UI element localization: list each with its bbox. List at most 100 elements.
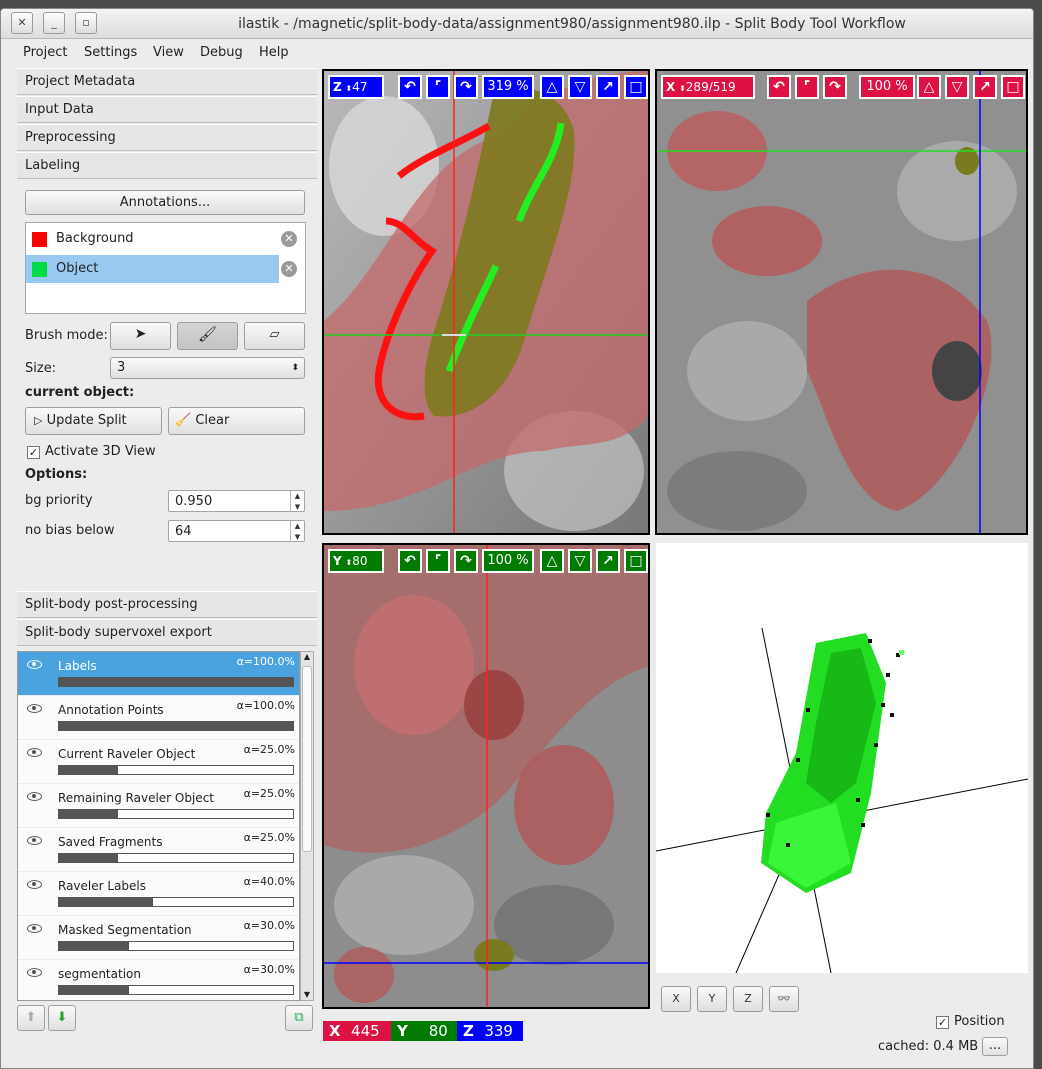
layer-row[interactable]: Current Raveler Object α=25.0% xyxy=(18,740,299,784)
slice-down-button[interactable]: ▽ xyxy=(568,549,592,573)
view-x-button[interactable]: X xyxy=(661,986,691,1012)
annotations-button[interactable]: Annotations... xyxy=(25,190,305,215)
z-slice-image[interactable] xyxy=(324,71,650,535)
label-item-background[interactable]: Background ✕ xyxy=(26,225,305,253)
section-input-data[interactable]: Input Data xyxy=(17,96,317,123)
swap-axes-button[interactable]: ⌜ xyxy=(795,75,819,99)
viewer-y[interactable]: Y ⬍80 ↶ ⌜ ↷ 100 % △ ▽ ↗ □ xyxy=(322,543,650,1009)
maximize-view-button[interactable]: ↗ xyxy=(596,75,620,99)
menu-project[interactable]: Project xyxy=(23,45,67,60)
layer-options-button[interactable]: ⧉ xyxy=(285,1005,313,1031)
position-checkbox[interactable]: ✓ xyxy=(936,1016,949,1029)
section-labeling[interactable]: Labeling xyxy=(17,152,317,179)
fit-view-button[interactable]: □ xyxy=(624,75,648,99)
layer-list-scrollbar[interactable]: ▲ ▼ xyxy=(300,651,314,1001)
anaglyph-3d-button[interactable]: 👓 xyxy=(769,986,799,1012)
navigation-mode-button[interactable]: ➤ xyxy=(110,322,171,350)
menu-help[interactable]: Help xyxy=(259,45,289,60)
eye-icon[interactable] xyxy=(27,836,42,845)
spin-arrows-icon[interactable]: ▲ ▼ xyxy=(290,491,304,511)
bg-priority-spinbox[interactable]: 0.950 ▲ ▼ xyxy=(168,490,305,512)
view-y-button[interactable]: Y xyxy=(697,986,727,1012)
opacity-slider[interactable] xyxy=(58,809,294,819)
scroll-up-icon[interactable]: ▲ xyxy=(302,652,312,661)
y-slice-image[interactable] xyxy=(324,545,650,1009)
label-color-swatch[interactable] xyxy=(32,262,47,277)
opacity-slider[interactable] xyxy=(58,853,294,863)
fit-view-button[interactable]: □ xyxy=(624,549,648,573)
brush-size-select[interactable]: 3 ⬍ xyxy=(110,357,305,379)
opacity-slider[interactable] xyxy=(58,941,294,951)
spin-arrows-icon[interactable]: ▲ ▼ xyxy=(290,521,304,541)
opacity-slider[interactable] xyxy=(58,765,294,775)
section-project-metadata[interactable]: Project Metadata xyxy=(17,68,317,95)
activate-3d-checkbox[interactable]: ✓ xyxy=(27,446,40,459)
label-color-swatch[interactable] xyxy=(32,232,47,247)
eye-icon[interactable] xyxy=(27,792,42,801)
section-preprocessing[interactable]: Preprocessing xyxy=(17,124,317,151)
no-bias-spinbox[interactable]: 64 ▲ ▼ xyxy=(168,520,305,542)
eye-icon[interactable] xyxy=(27,880,42,889)
delete-label-icon[interactable]: ✕ xyxy=(281,231,297,247)
eye-icon[interactable] xyxy=(27,924,42,933)
layer-row[interactable]: Annotation Points α=100.0% xyxy=(18,696,299,740)
x-slice-spinbox[interactable]: X ⬍289/519 xyxy=(661,75,755,99)
maximize-view-button[interactable]: ↗ xyxy=(973,75,997,99)
section-split-body-post-processing[interactable]: Split-body post-processing xyxy=(17,591,317,618)
scroll-down-icon[interactable]: ▼ xyxy=(302,990,312,999)
zoom-level[interactable]: 100 % xyxy=(859,75,915,99)
scrollbar-thumb[interactable] xyxy=(302,666,312,852)
viewer-x[interactable]: X ⬍289/519 ↶ ⌜ ↷ 100 % △ ▽ ↗ □ xyxy=(655,69,1028,535)
opacity-slider[interactable] xyxy=(58,721,294,731)
menu-debug[interactable]: Debug xyxy=(200,45,243,60)
fit-view-button[interactable]: □ xyxy=(1001,75,1025,99)
slice-down-button[interactable]: ▽ xyxy=(945,75,969,99)
delete-label-icon[interactable]: ✕ xyxy=(281,261,297,277)
layer-row[interactable]: Raveler Labels α=40.0% xyxy=(18,872,299,916)
minimize-window-button[interactable]: _ xyxy=(43,12,65,34)
maximize-window-button[interactable]: ▫ xyxy=(75,12,97,34)
eye-icon[interactable] xyxy=(27,968,42,977)
x-slice-image[interactable] xyxy=(657,71,1028,535)
brush-mode-button[interactable]: 🖌 xyxy=(177,322,238,350)
clear-button[interactable]: 🧹 Clear xyxy=(168,407,305,435)
layer-row[interactable]: Saved Fragments α=25.0% xyxy=(18,828,299,872)
viewer-3d[interactable] xyxy=(656,543,1028,973)
opacity-slider[interactable] xyxy=(58,897,294,907)
opacity-slider[interactable] xyxy=(58,677,294,687)
menu-settings[interactable]: Settings xyxy=(84,45,137,60)
spin-arrows-icon[interactable]: ⬍ xyxy=(679,84,686,93)
swap-axes-button[interactable]: ⌜ xyxy=(426,549,450,573)
update-split-button[interactable]: ▷ Update Split xyxy=(25,407,162,435)
slice-up-button[interactable]: △ xyxy=(540,549,564,573)
3d-render[interactable] xyxy=(656,543,1028,973)
layer-row[interactable]: Masked Segmentation α=30.0% xyxy=(18,916,299,960)
zoom-level[interactable]: 319 % xyxy=(482,75,534,99)
slice-down-button[interactable]: ▽ xyxy=(568,75,592,99)
maximize-view-button[interactable]: ↗ xyxy=(596,549,620,573)
rotate-right-button[interactable]: ↷ xyxy=(454,75,478,99)
z-slice-spinbox[interactable]: Z ⬍47 xyxy=(328,75,384,99)
close-window-button[interactable]: ✕ xyxy=(11,12,33,34)
rotate-left-button[interactable]: ↶ xyxy=(398,75,422,99)
layer-row[interactable]: segmentation α=30.0% xyxy=(18,960,299,1000)
rotate-left-button[interactable]: ↶ xyxy=(767,75,791,99)
opacity-slider[interactable] xyxy=(58,985,294,995)
viewer-z[interactable]: Z ⬍47 ↶ ⌜ ↷ 319 % △ ▽ ↗ □ xyxy=(322,69,650,535)
slice-up-button[interactable]: △ xyxy=(917,75,941,99)
eye-icon[interactable] xyxy=(27,660,42,669)
menu-view[interactable]: View xyxy=(153,45,184,60)
swap-axes-button[interactable]: ⌜ xyxy=(426,75,450,99)
layer-row[interactable]: Remaining Raveler Object α=25.0% xyxy=(18,784,299,828)
layer-row[interactable]: Labels α=100.0% xyxy=(18,652,299,696)
rotate-left-button[interactable]: ↶ xyxy=(398,549,422,573)
slice-up-button[interactable]: △ xyxy=(540,75,564,99)
view-z-button[interactable]: Z xyxy=(733,986,763,1012)
move-layer-up-button[interactable]: ⬆ xyxy=(17,1005,45,1031)
move-layer-down-button[interactable]: ⬇ xyxy=(48,1005,76,1031)
rotate-right-button[interactable]: ↷ xyxy=(823,75,847,99)
rotate-right-button[interactable]: ↷ xyxy=(454,549,478,573)
cache-details-button[interactable]: ... xyxy=(982,1037,1008,1056)
eraser-mode-button[interactable]: ▱ xyxy=(244,322,305,350)
eye-icon[interactable] xyxy=(27,748,42,757)
